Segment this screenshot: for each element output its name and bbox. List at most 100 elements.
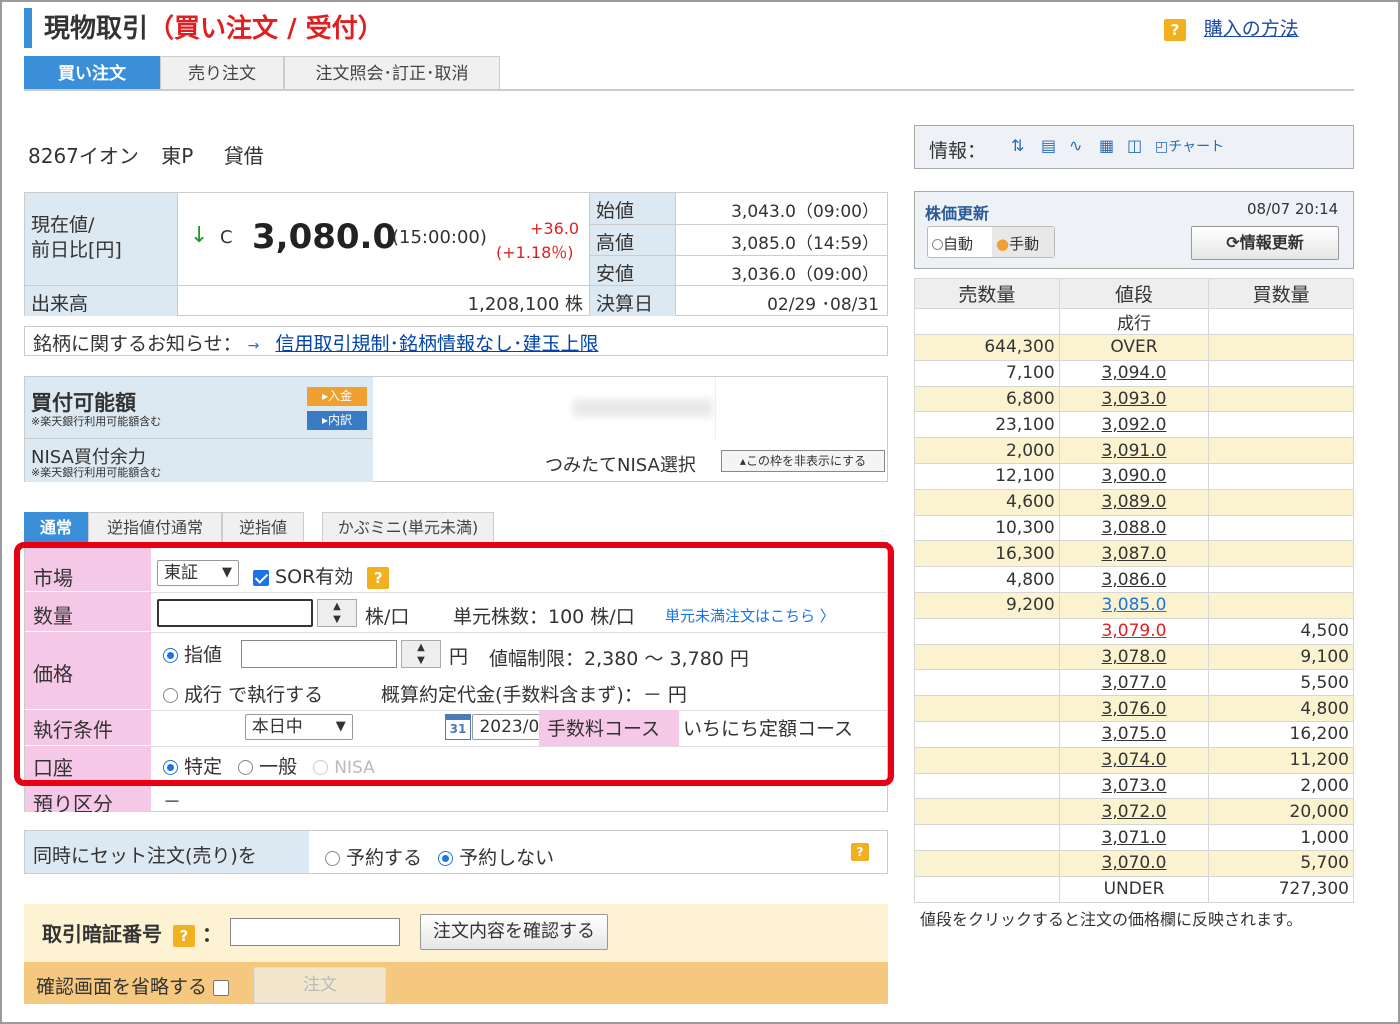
board-price-link[interactable]: 3,089.0 [1102,492,1167,512]
reserve-radio[interactable] [325,851,340,866]
board-price-cell: 3,078.0 [1058,643,1210,671]
board-sell-qty [914,824,1060,851]
current-price-label-1: 現在値/ [31,214,95,236]
manual-label: 手動 [1009,235,1040,253]
highlight-frame [14,542,894,786]
set-order-label: 同時にセット注文(売り)を [25,831,309,873]
board-buy-qty: 4,800 [1208,695,1354,722]
board-price-cell: OVER [1058,334,1210,361]
tab-sell-order[interactable]: 売り注文 [160,56,284,90]
tab-order-inquiry[interactable]: 注文照会･訂正･取消 [284,56,500,90]
order-button[interactable]: 注文 [254,967,386,1003]
board-price-link[interactable]: 3,077.0 [1102,673,1167,693]
confirm-order-button[interactable]: 注文内容を確認する [420,914,608,950]
settle-label: 決算日 [589,285,675,316]
board-sell-qty: 12,100 [914,462,1060,490]
help-icon[interactable]: ? [851,843,869,861]
board-price-link[interactable]: 3,079.0 [1102,621,1167,641]
stock-code-name: 8267イオン [28,144,139,168]
how-to-buy-link[interactable]: 購入の方法 [1204,18,1299,40]
board-price-cell: 3,072.0 [1058,798,1210,826]
manual-mode[interactable]: ●手動 [992,227,1054,257]
subtab-kabumini[interactable]: かぶミニ(単元未満) [322,512,494,542]
open-value: 3,043.0（09:00） [675,193,887,224]
board-price-link[interactable]: 3,071.0 [1102,828,1167,848]
skip-confirm-label: 確認画面を省略する [36,976,208,998]
chart-label: チャート [1168,139,1225,155]
board-price-link[interactable]: 3,094.0 [1102,363,1167,383]
page-title-sub: （買い注文 / 受付） [148,14,384,44]
board-price-link[interactable]: 3,088.0 [1102,518,1167,538]
order-board: 売数量 値段 買数量 成行 644,300 OVER 7,100 3,094.0 6,80… [914,278,1354,903]
board-sell-qty: 6,800 [914,385,1060,413]
board-buy-qty: 11,200 [1208,746,1354,774]
document-icon[interactable]: ▤ [1041,136,1056,155]
board-price-link[interactable]: 3,075.0 [1102,724,1167,744]
board-price-link[interactable]: 3,093.0 [1102,389,1167,409]
board-sell-qty: 10,300 [914,514,1060,542]
board-price-link[interactable]: 3,070.0 [1102,853,1167,873]
subtab-stop-limit-normal[interactable]: 逆指値付通常 [88,512,222,542]
skip-confirm-checkbox[interactable] [213,979,230,996]
board-price-link[interactable]: 3,092.0 [1102,415,1167,435]
page-title: 現物取引（買い注文 / 受付） [44,8,384,45]
board-price-link[interactable]: 3,074.0 [1102,750,1167,770]
board-price-cell: 3,087.0 [1058,540,1210,568]
help-icon[interactable]: ? [172,925,195,947]
reserve-label: 予約する [346,847,423,869]
refresh-info-button[interactable]: ⟳情報更新 [1191,226,1339,260]
board-sell-qty: 4,600 [914,488,1060,516]
deposit-button[interactable]: ▸入金 [307,387,367,406]
subtab-normal[interactable]: 通常 [24,512,88,542]
no-reserve-radio[interactable] [438,851,454,866]
price-flag: C [220,227,233,248]
board-row: 3,074.0 11,200 [914,746,1354,774]
news-icon[interactable]: ▦ [1099,136,1114,155]
board-icon[interactable]: ⇅ [1011,136,1024,155]
set-order-box: 同時にセット注文(売り)を 予約する 予約しない ? [24,830,888,874]
board-row: 6,800 3,093.0 [914,385,1354,413]
board-row: 3,070.0 5,700 [914,849,1354,877]
board-row: 23,100 3,092.0 [914,411,1354,439]
board-price-link[interactable]: 3,078.0 [1102,647,1167,667]
board-buy-qty [1208,488,1354,516]
no-reserve-label: 予約しない [459,847,555,869]
board-price-link[interactable]: 3,090.0 [1102,466,1167,486]
board-price-link[interactable]: 3,086.0 [1102,570,1167,590]
board-sell-qty: 23,100 [914,411,1060,439]
board-buy-qty [1208,334,1354,361]
board-price-link[interactable]: 3,076.0 [1102,699,1167,719]
board-price-cell: 3,074.0 [1058,746,1210,774]
board-price-link[interactable]: 3,085.0 [1102,595,1167,615]
board-price-link[interactable]: 3,087.0 [1102,544,1167,564]
board-price-cell: 3,090.0 [1058,462,1210,490]
open-label: 始値 [589,193,675,224]
board-row: 3,078.0 9,100 [914,643,1354,671]
board-sell-qty [914,798,1060,826]
board-price-link[interactable]: 3,072.0 [1102,802,1167,822]
chart-icon: ◰ [1155,139,1169,155]
board-buy-qty [1208,308,1354,335]
buying-power-box: 買付可能額 ※楽天銀行利用可能額含む ▸入金 ▸内訳 NISA買付余力 ※楽天銀… [24,376,888,482]
stock-heading: 8267イオン 東P 貸借 [28,140,264,169]
breakdown-button[interactable]: ▸内訳 [307,411,367,430]
pin-input[interactable] [230,918,400,946]
trend-icon[interactable]: ∿ [1069,136,1082,155]
tsumitate-nisa-select[interactable]: つみたてNISA選択 [545,451,696,477]
low-value: 3,036.0（09:00） [675,255,887,285]
board-price-cell: 3,076.0 [1058,695,1210,722]
hide-frame-button[interactable]: ▴この枠を非表示にする [721,450,885,472]
notice-link[interactable]: 信用取引規制･銘柄情報なし･建玉上限 [275,333,598,355]
board-price-link[interactable]: 3,091.0 [1102,441,1167,461]
board-note: 値段をクリックすると注文の価格欄に反映されます。 [920,910,1303,929]
auto-mode[interactable]: 自動 [932,233,973,254]
board-row: 4,800 3,086.0 [914,566,1354,593]
board-buy-qty [1208,540,1354,568]
tab-buy-order[interactable]: 買い注文 [24,56,160,90]
chart-link[interactable]: ◰チャート [1155,136,1224,156]
board-sell-qty [914,720,1060,748]
board-price-link[interactable]: 3,073.0 [1102,776,1167,796]
subtab-stop-limit[interactable]: 逆指値 [222,512,304,542]
price-time: (15:00:00) [392,227,487,248]
gift-icon[interactable]: ◫ [1127,136,1142,155]
